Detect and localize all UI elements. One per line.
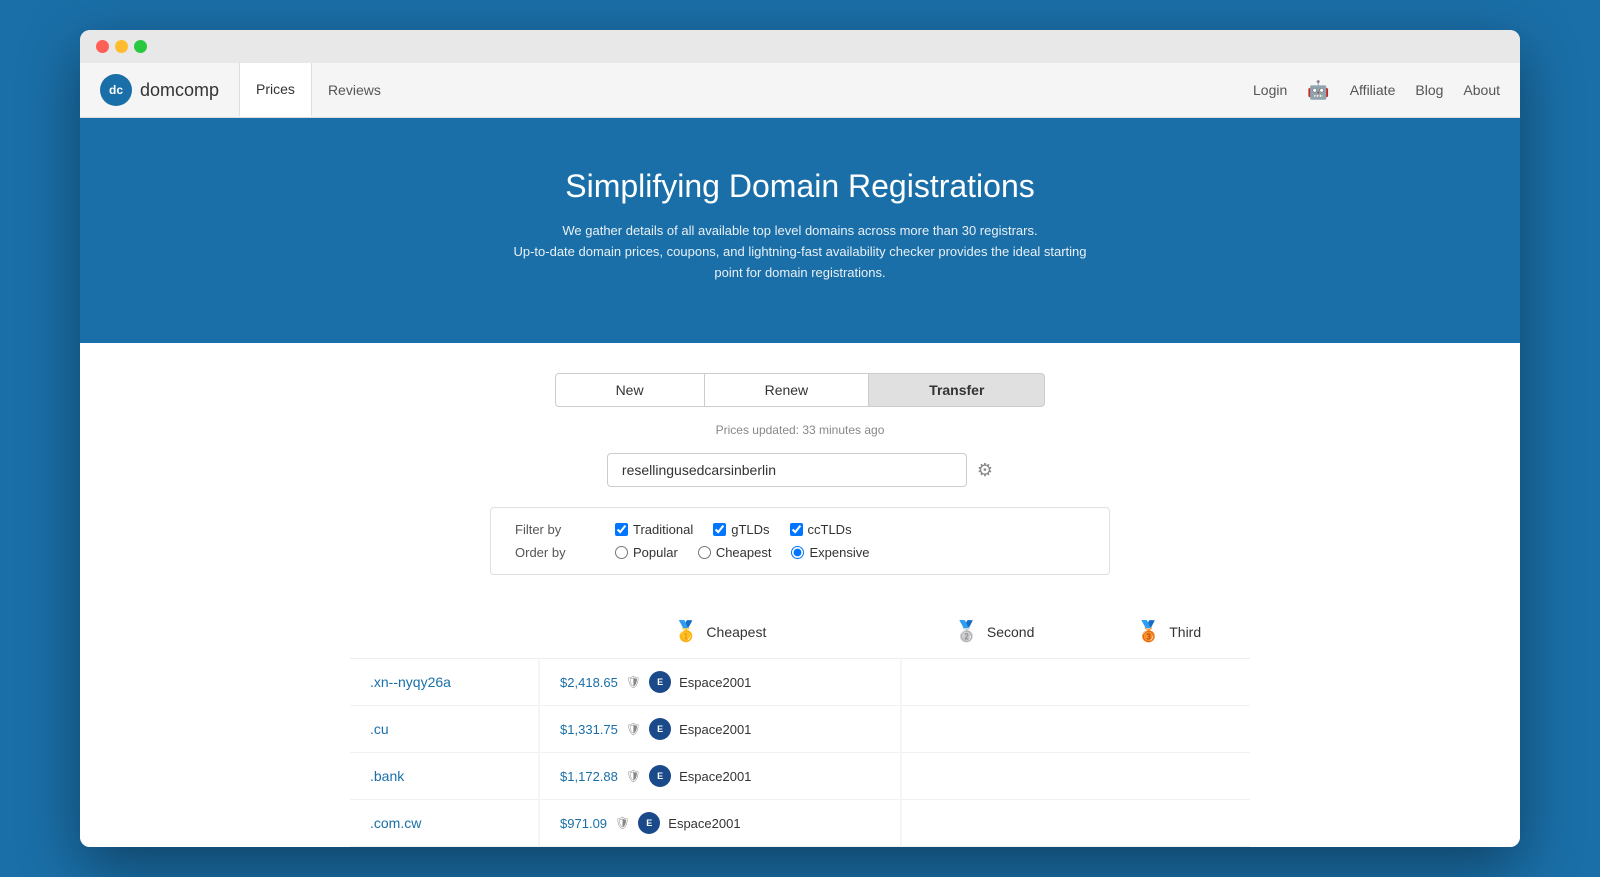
main-content: New Renew Transfer Prices updated: 33 mi… xyxy=(80,343,1520,847)
logo-name: domcomp xyxy=(140,80,219,101)
table-row: .bank $1,172.88 🛡 E Espace2001 xyxy=(350,753,1250,800)
order-cheapest-radio[interactable] xyxy=(698,546,711,559)
order-expensive[interactable]: Expensive xyxy=(791,545,869,560)
registrar-name: Espace2001 xyxy=(679,769,751,784)
results-container: 🥇 Cheapest 🥈 Second 🥉 xyxy=(350,605,1250,847)
browser-chrome xyxy=(80,30,1520,63)
shield-icon: 🛡 xyxy=(626,722,641,736)
shield-icon: 🛡 xyxy=(615,816,630,830)
registrar-logo: E xyxy=(638,812,660,834)
third-cell xyxy=(1087,800,1250,847)
domain-name[interactable]: .cu xyxy=(370,721,389,737)
search-input[interactable] xyxy=(607,453,967,487)
filter-cctlds[interactable]: ccTLDs xyxy=(790,522,852,537)
price-value: $1,331.75 xyxy=(560,722,618,737)
registrar-logo: E xyxy=(649,671,671,693)
domain-name[interactable]: .xn--nyqy26a xyxy=(370,674,451,690)
price-value: $971.09 xyxy=(560,816,607,831)
registrar-name: Espace2001 xyxy=(668,816,740,831)
nav-blog[interactable]: Blog xyxy=(1415,82,1443,98)
registration-type-toggle: New Renew Transfer xyxy=(100,373,1500,407)
minimize-button[interactable] xyxy=(115,40,128,53)
cheapest-cell: $1,331.75 🛡 E Espace2001 xyxy=(539,706,901,753)
order-cheapest[interactable]: Cheapest xyxy=(698,545,772,560)
cheapest-cell: $971.09 🛡 E Espace2001 xyxy=(539,800,901,847)
close-button[interactable] xyxy=(96,40,109,53)
hero-section: Simplifying Domain Registrations We gath… xyxy=(80,118,1520,343)
second-cell xyxy=(901,753,1088,800)
filter-traditional-checkbox[interactable] xyxy=(615,523,628,536)
registrar-logo: E xyxy=(649,718,671,740)
shield-icon: 🛡 xyxy=(626,675,641,689)
prices-updated-text: Prices updated: 33 minutes ago xyxy=(100,423,1500,437)
second-cell xyxy=(901,800,1088,847)
android-icon[interactable]: 🤖 xyxy=(1307,80,1329,101)
order-by-row: Order by Popular Cheapest Expensive xyxy=(515,545,1085,560)
domain-name[interactable]: .com.cw xyxy=(370,815,421,831)
nav-tab-reviews[interactable]: Reviews xyxy=(312,63,397,117)
domain-cell: .cu xyxy=(350,706,539,753)
logo-icon: dc xyxy=(100,74,132,106)
nav-about[interactable]: About xyxy=(1463,82,1500,98)
nav-tabs: Prices Reviews xyxy=(239,63,397,117)
col-header-cheapest: 🥇 Cheapest xyxy=(539,605,901,659)
results-table: 🥇 Cheapest 🥈 Second 🥉 xyxy=(350,605,1250,847)
nav-login[interactable]: Login xyxy=(1253,82,1287,98)
domain-cell: .xn--nyqy26a xyxy=(350,659,539,706)
silver-medal-icon: 🥈 xyxy=(954,619,979,644)
traffic-lights xyxy=(96,40,147,63)
domain-cell: .bank xyxy=(350,753,539,800)
toggle-renew[interactable]: Renew xyxy=(705,373,870,407)
shield-icon: 🛡 xyxy=(626,769,641,783)
bronze-medal-icon: 🥉 xyxy=(1136,619,1161,644)
domain-name[interactable]: .bank xyxy=(370,768,404,784)
filter-gtlds-checkbox[interactable] xyxy=(713,523,726,536)
filter-by-label: Filter by xyxy=(515,522,585,537)
filter-by-row: Filter by Traditional gTLDs ccTLDs xyxy=(515,522,1085,537)
nav-affiliate[interactable]: Affiliate xyxy=(1350,82,1396,98)
search-area: ⚙ xyxy=(100,453,1500,487)
third-cell xyxy=(1087,753,1250,800)
order-options: Popular Cheapest Expensive xyxy=(615,545,869,560)
nav-tab-prices[interactable]: Prices xyxy=(239,63,312,117)
toggle-transfer[interactable]: Transfer xyxy=(869,373,1045,407)
settings-icon[interactable]: ⚙ xyxy=(977,460,993,481)
registrar-name: Espace2001 xyxy=(679,675,751,690)
maximize-button[interactable] xyxy=(134,40,147,53)
navbar: dc domcomp Prices Reviews Login 🤖 Affili… xyxy=(80,63,1520,118)
cheapest-cell: $2,418.65 🛡 E Espace2001 xyxy=(539,659,901,706)
registrar-name: Espace2001 xyxy=(679,722,751,737)
col-header-domain xyxy=(350,605,539,659)
order-by-label: Order by xyxy=(515,545,585,560)
nav-right: Login 🤖 Affiliate Blog About xyxy=(1253,80,1500,101)
filter-box: Filter by Traditional gTLDs ccTLDs xyxy=(490,507,1110,575)
domain-cell: .com.cw xyxy=(350,800,539,847)
col-header-third: 🥉 Third xyxy=(1087,605,1250,659)
price-value: $2,418.65 xyxy=(560,675,618,690)
hero-subtitle: We gather details of all available top l… xyxy=(500,221,1100,283)
third-cell xyxy=(1087,706,1250,753)
hero-title: Simplifying Domain Registrations xyxy=(100,168,1500,205)
order-expensive-radio[interactable] xyxy=(791,546,804,559)
order-popular[interactable]: Popular xyxy=(615,545,678,560)
price-value: $1,172.88 xyxy=(560,769,618,784)
browser-window: dc domcomp Prices Reviews Login 🤖 Affili… xyxy=(80,30,1520,847)
cheapest-cell: $1,172.88 🛡 E Espace2001 xyxy=(539,753,901,800)
filter-options: Traditional gTLDs ccTLDs xyxy=(615,522,852,537)
gold-medal-icon: 🥇 xyxy=(674,619,699,644)
col-header-second: 🥈 Second xyxy=(901,605,1088,659)
third-cell xyxy=(1087,659,1250,706)
registrar-logo: E xyxy=(649,765,671,787)
filter-cctlds-checkbox[interactable] xyxy=(790,523,803,536)
order-popular-radio[interactable] xyxy=(615,546,628,559)
filter-traditional[interactable]: Traditional xyxy=(615,522,693,537)
second-cell xyxy=(901,659,1088,706)
second-cell xyxy=(901,706,1088,753)
toggle-new[interactable]: New xyxy=(555,373,705,407)
logo-area: dc domcomp xyxy=(100,74,219,106)
table-row: .cu $1,331.75 🛡 E Espace2001 xyxy=(350,706,1250,753)
table-row: .xn--nyqy26a $2,418.65 🛡 E Espace2001 xyxy=(350,659,1250,706)
filter-gtlds[interactable]: gTLDs xyxy=(713,522,769,537)
table-row: .com.cw $971.09 🛡 E Espace2001 xyxy=(350,800,1250,847)
